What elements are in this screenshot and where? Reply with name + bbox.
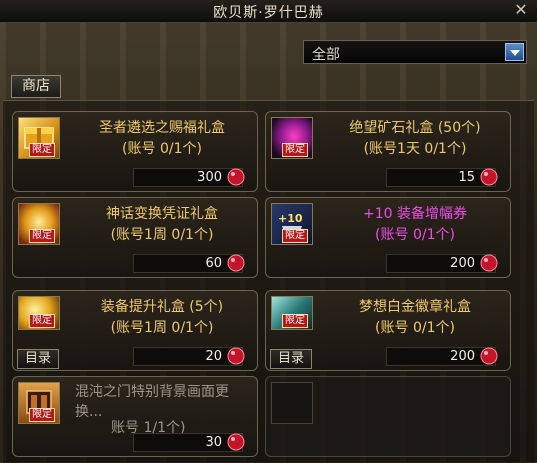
window-title: 欧贝斯·罗什巴赫 <box>213 5 324 21</box>
item-limit: (账号 0/1个) <box>375 227 455 243</box>
shop-item-card[interactable]: 限定 梦想白金徽章礼盒 (账号 0/1个) 目录 200 <box>265 290 511 371</box>
item-name: 混沌之门特别背景画面更换... <box>75 384 229 420</box>
item-name: 神话变换凭证礼盒 <box>106 206 218 222</box>
item-limit: (账号1周 0/1个) <box>110 227 214 243</box>
chevron-down-icon[interactable] <box>505 43 524 61</box>
shop-item-card[interactable]: 限定 混沌之门特别背景画面更换... 账号 1/1个) 30 <box>12 376 258 457</box>
empty-icon-slot <box>271 382 313 424</box>
upgrade-box-icon: 限定 <box>18 296 60 330</box>
shop-item-card[interactable]: 限定 圣者遴选之赐福礼盒 (账号 0/1个) 300 <box>12 111 258 192</box>
myth-voucher-icon: 限定 <box>18 203 60 245</box>
cera-gem-icon <box>480 168 498 186</box>
price-field: 200 <box>386 347 498 366</box>
limited-badge: 限定 <box>282 314 308 328</box>
item-price: 200 <box>450 256 475 271</box>
platinum-emblem-icon: 限定 <box>271 296 313 330</box>
cera-gem-icon <box>480 347 498 365</box>
background-box-icon: 限定 <box>18 382 60 424</box>
item-name: 圣者遴选之赐福礼盒 <box>99 120 225 136</box>
shop-item-card[interactable]: 限定 绝望矿石礼盒 (50个) (账号1天 0/1个) 15 <box>265 111 511 192</box>
empty-item-slot <box>265 376 511 457</box>
item-limit: (账号1周 0/1个) <box>110 320 214 336</box>
item-price: 15 <box>458 170 475 185</box>
shop-item-card[interactable]: +10 限定 +10 装备增幅券 (账号 0/1个) 200 <box>265 197 511 278</box>
price-field: 15 <box>386 168 498 187</box>
item-price: 20 <box>205 349 222 364</box>
item-price: 30 <box>205 435 222 450</box>
item-name: 绝望矿石礼盒 (50个) <box>349 120 481 136</box>
price-field: 20 <box>133 347 245 366</box>
limited-badge: 限定 <box>29 314 55 328</box>
cera-gem-icon <box>227 347 245 365</box>
item-name: 装备提升礼盒 (5个) <box>100 299 224 315</box>
limited-badge: 限定 <box>282 143 308 157</box>
item-price: 60 <box>205 256 222 271</box>
price-field: 200 <box>386 254 498 273</box>
price-field: 300 <box>133 168 245 187</box>
catalog-button[interactable]: 目录 <box>17 349 59 369</box>
shop-item-card[interactable]: 限定 神话变换凭证礼盒 (账号1周 0/1个) 60 <box>12 197 258 278</box>
category-dropdown[interactable]: 全部 <box>303 40 527 64</box>
svg-text:+10: +10 <box>278 212 303 225</box>
tab-shop[interactable]: 商店 <box>11 75 61 98</box>
item-price: 300 <box>197 170 222 185</box>
limited-badge: 限定 <box>29 143 55 157</box>
cera-gem-icon <box>227 254 245 272</box>
item-name: +10 装备增幅券 <box>363 206 467 222</box>
shop-item-card[interactable]: 限定 装备提升礼盒 (5个) (账号1周 0/1个) 目录 20 <box>12 290 258 371</box>
item-name: 梦想白金徽章礼盒 <box>359 299 471 315</box>
catalog-button[interactable]: 目录 <box>270 349 312 369</box>
limited-badge: 限定 <box>282 229 308 243</box>
price-field: 60 <box>133 254 245 273</box>
item-limit: (账号 0/1个) <box>122 141 202 157</box>
item-limit: (账号1天 0/1个) <box>363 141 467 157</box>
item-price: 200 <box>450 349 475 364</box>
dark-ore-icon: 限定 <box>271 117 313 159</box>
item-limit: (账号 0/1个) <box>375 320 455 336</box>
price-field: 30 <box>133 433 245 452</box>
cera-gem-icon <box>227 433 245 451</box>
close-icon[interactable]: ✕ <box>513 1 529 19</box>
amplify-ticket-icon: +10 限定 <box>271 203 313 245</box>
title-bar: 欧贝斯·罗什巴赫 ✕ <box>0 0 537 23</box>
cera-gem-icon <box>480 254 498 272</box>
cera-gem-icon <box>227 168 245 186</box>
limited-badge: 限定 <box>29 229 55 243</box>
golden-box-icon: 限定 <box>18 117 60 159</box>
dropdown-selected: 全部 <box>312 47 340 63</box>
limited-badge: 限定 <box>29 408 55 422</box>
